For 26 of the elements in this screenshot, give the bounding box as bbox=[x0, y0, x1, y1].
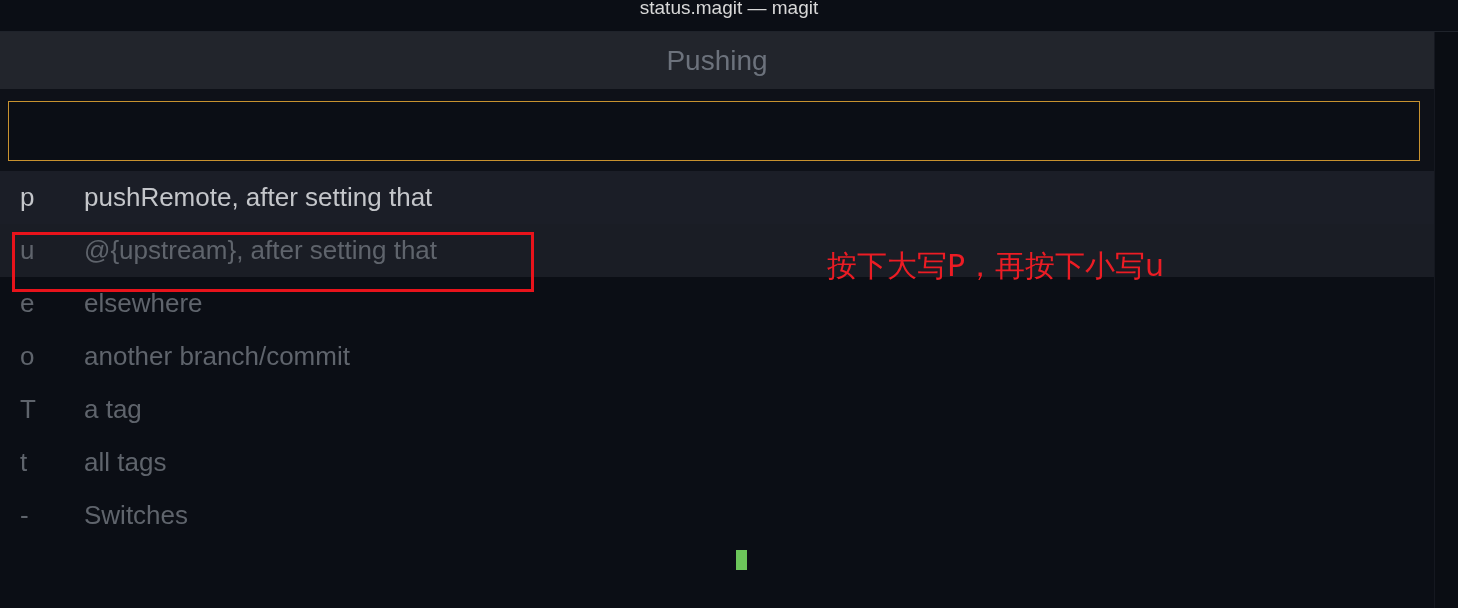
input-field[interactable] bbox=[8, 101, 1420, 161]
key-label: p bbox=[19, 182, 36, 213]
key-label: - bbox=[19, 500, 30, 531]
key-label: o bbox=[19, 341, 36, 372]
item-label: elsewhere bbox=[84, 288, 203, 319]
palette-title: Pushing bbox=[666, 44, 768, 77]
menu-item[interactable]: T a tag bbox=[0, 383, 780, 436]
annotation-text: 按下大写P，再按下小写u bbox=[827, 247, 1165, 285]
key-label: t bbox=[19, 447, 29, 478]
text-cursor bbox=[736, 550, 747, 570]
key-label: e bbox=[19, 288, 36, 319]
window-title: status.magit — magit bbox=[639, 0, 819, 17]
item-label: Switches bbox=[84, 500, 189, 531]
item-label: @{upstream}, after setting that bbox=[84, 235, 438, 266]
menu-item[interactable]: - Switches bbox=[0, 489, 780, 542]
item-label: all tags bbox=[84, 447, 167, 478]
item-label: pushRemote, after setting that bbox=[84, 182, 433, 213]
menu-item[interactable]: o another branch/commit bbox=[0, 330, 780, 383]
menu-item[interactable]: p pushRemote, after setting that bbox=[0, 171, 780, 224]
key-label: u bbox=[19, 235, 36, 266]
menu-item[interactable]: u @{upstream}, after setting that bbox=[0, 224, 780, 277]
key-label: T bbox=[19, 394, 37, 425]
item-label: a tag bbox=[84, 394, 142, 425]
menu-item[interactable]: t all tags bbox=[0, 436, 780, 489]
item-label: another branch/commit bbox=[84, 341, 350, 372]
menu-item[interactable]: e elsewhere bbox=[0, 277, 780, 330]
